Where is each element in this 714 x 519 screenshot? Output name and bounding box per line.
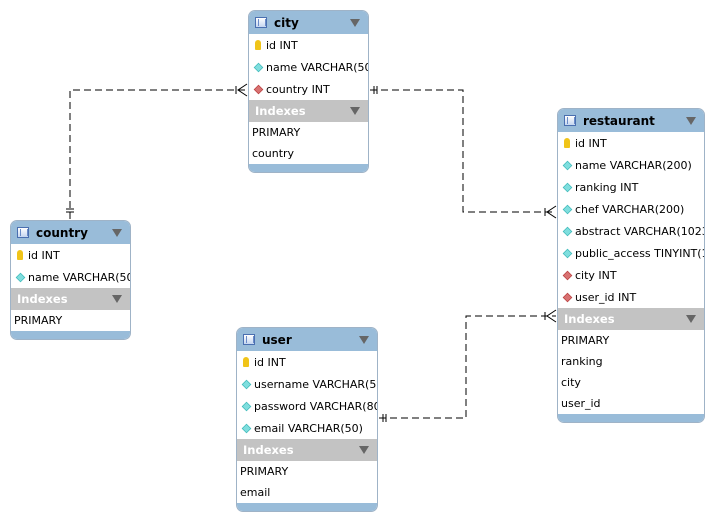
collapse-arrow-icon[interactable] (112, 229, 122, 237)
table-city[interactable]: city id INT name VARCHAR(50) country INT Ind… (248, 10, 369, 173)
table-icon (564, 115, 576, 126)
column-icon (562, 204, 573, 214)
table-header[interactable]: city (249, 11, 368, 34)
column-row[interactable]: name VARCHAR(50) (249, 56, 368, 78)
column-row[interactable]: name VARCHAR(50) (11, 266, 130, 288)
foreign-key-icon (562, 270, 573, 280)
table-header[interactable]: country (11, 221, 130, 244)
column-label: email VARCHAR(50) (254, 421, 363, 435)
column-label: username VARCHAR(50) (254, 377, 378, 391)
indexes-header[interactable]: Indexes (237, 439, 377, 461)
table-country[interactable]: country id INT name VARCHAR(50) Indexes PRIM… (10, 220, 131, 340)
column-row[interactable]: password VARCHAR(80) (237, 395, 377, 417)
column-label: name VARCHAR(50) (28, 270, 131, 284)
column-row[interactable]: public_access TINYINT(1) (558, 242, 704, 264)
column-row[interactable]: id INT (11, 244, 130, 266)
primary-key-icon (564, 138, 570, 148)
index-row[interactable]: country (249, 143, 368, 164)
indexes-header[interactable]: Indexes (11, 288, 130, 310)
collapse-arrow-icon[interactable] (350, 107, 360, 115)
table-icon (17, 227, 29, 238)
table-header[interactable]: user (237, 328, 377, 351)
table-footer (558, 414, 704, 422)
column-row[interactable]: id INT (249, 34, 368, 56)
indexes-label: Indexes (564, 312, 615, 326)
foreign-key-icon (253, 84, 264, 94)
indexes-header[interactable]: Indexes (558, 308, 704, 330)
column-row[interactable]: abstract VARCHAR(1023) (558, 220, 704, 242)
column-label: public_access TINYINT(1) (575, 246, 705, 260)
index-row[interactable]: ranking (558, 351, 704, 372)
table-title: country (36, 225, 88, 240)
relationship-city-country[interactable] (66, 83, 248, 219)
primary-key-icon (255, 40, 261, 50)
index-row[interactable]: user_id (558, 393, 704, 414)
table-title: city (274, 15, 299, 30)
column-icon (562, 226, 573, 236)
collapse-arrow-icon[interactable] (350, 19, 360, 27)
column-label: name VARCHAR(200) (575, 158, 692, 172)
index-row[interactable]: PRIMARY (11, 310, 130, 331)
column-row[interactable]: chef VARCHAR(200) (558, 198, 704, 220)
column-icon (241, 401, 252, 411)
collapse-arrow-icon[interactable] (112, 295, 122, 303)
column-icon (253, 62, 264, 72)
index-row[interactable]: PRIMARY (558, 330, 704, 351)
column-icon (562, 182, 573, 192)
column-row[interactable]: username VARCHAR(50) (237, 373, 377, 395)
primary-key-icon (17, 250, 23, 260)
column-label: name VARCHAR(50) (266, 60, 369, 74)
table-user[interactable]: user id INT username VARCHAR(50) password V… (236, 327, 378, 512)
primary-key-icon (243, 357, 249, 367)
index-row[interactable]: PRIMARY (249, 122, 368, 143)
foreign-key-icon (562, 292, 573, 302)
column-row[interactable]: id INT (237, 351, 377, 373)
indexes-header[interactable]: Indexes (249, 100, 368, 122)
column-icon (241, 423, 252, 433)
column-row[interactable]: country INT (249, 78, 368, 100)
column-row[interactable]: name VARCHAR(200) (558, 154, 704, 176)
relationship-restaurant-city[interactable] (370, 86, 557, 219)
column-icon (562, 248, 573, 258)
table-restaurant[interactable]: restaurant id INT name VARCHAR(200) ranking… (557, 108, 705, 423)
column-label: id INT (575, 136, 607, 150)
column-row[interactable]: id INT (558, 132, 704, 154)
column-row[interactable]: city INT (558, 264, 704, 286)
column-label: chef VARCHAR(200) (575, 202, 685, 216)
column-row[interactable]: user_id INT (558, 286, 704, 308)
table-header[interactable]: restaurant (558, 109, 704, 132)
table-footer (249, 164, 368, 172)
column-label: city INT (575, 268, 617, 282)
indexes-label: Indexes (255, 104, 306, 118)
column-row[interactable]: email VARCHAR(50) (237, 417, 377, 439)
collapse-arrow-icon[interactable] (686, 315, 696, 323)
table-title: restaurant (583, 113, 655, 128)
column-label: user_id INT (575, 290, 637, 304)
column-icon (562, 160, 573, 170)
column-label: id INT (254, 355, 286, 369)
column-icon (15, 272, 26, 282)
indexes-label: Indexes (243, 443, 294, 457)
table-icon (243, 334, 255, 345)
table-icon (255, 17, 267, 28)
column-label: id INT (266, 38, 298, 52)
column-label: id INT (28, 248, 60, 262)
collapse-arrow-icon[interactable] (686, 117, 696, 125)
column-label: country INT (266, 82, 330, 96)
column-label: ranking INT (575, 180, 639, 194)
table-footer (237, 503, 377, 511)
index-row[interactable]: PRIMARY (237, 461, 377, 482)
collapse-arrow-icon[interactable] (359, 446, 369, 454)
column-row[interactable]: ranking INT (558, 176, 704, 198)
column-icon (241, 379, 252, 389)
indexes-label: Indexes (17, 292, 68, 306)
column-label: abstract VARCHAR(1023) (575, 224, 705, 238)
collapse-arrow-icon[interactable] (359, 336, 369, 344)
table-footer (11, 331, 130, 339)
column-label: password VARCHAR(80) (254, 399, 378, 413)
table-title: user (262, 332, 292, 347)
relationship-restaurant-user[interactable] (379, 309, 557, 422)
index-row[interactable]: email (237, 482, 377, 503)
index-row[interactable]: city (558, 372, 704, 393)
